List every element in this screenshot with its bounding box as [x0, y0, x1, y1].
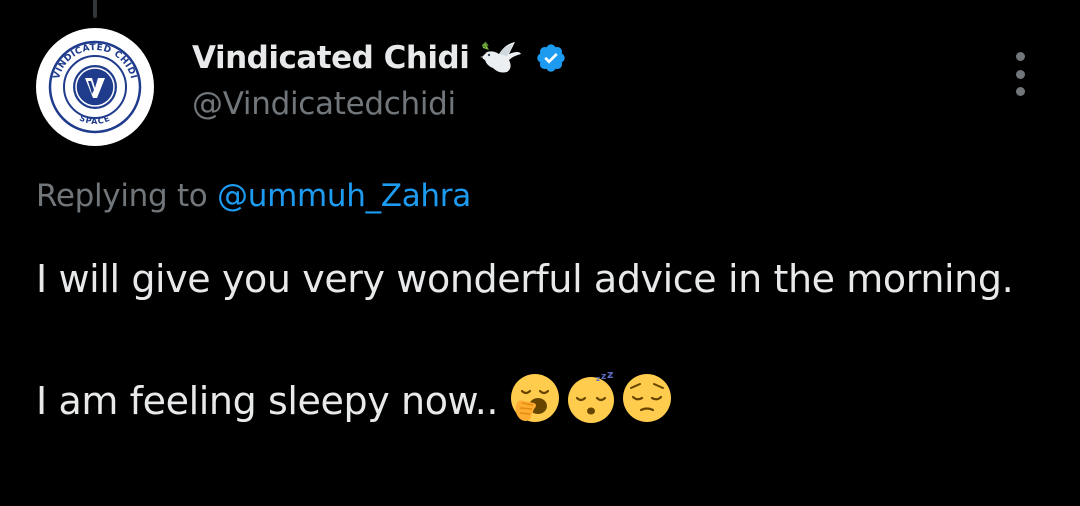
avatar-logo: VINDICATED CHIDI SPACE	[37, 29, 153, 145]
reply-mention-link[interactable]: @ummuh_Zahra	[217, 178, 471, 214]
svg-text:z: z	[596, 375, 600, 383]
reply-context-prefix: Replying to	[36, 178, 208, 214]
verified-badge-icon[interactable]	[535, 42, 567, 74]
svg-text:z: z	[601, 372, 606, 382]
yawning-face-icon	[508, 371, 562, 425]
pensive-face-icon	[620, 371, 674, 425]
more-options-button[interactable]	[1002, 52, 1038, 96]
tweet-text-sentence: I am feeling sleepy now..	[36, 379, 499, 423]
tweet-text-line: I will give you very wonderful advice in…	[36, 257, 1014, 301]
dove-icon	[479, 40, 523, 76]
tweet-text-line: I am feeling sleepy now.. z z z	[36, 368, 1046, 431]
thread-connector-line	[93, 0, 97, 18]
more-dot	[1015, 52, 1025, 61]
svg-text:z: z	[607, 371, 613, 381]
more-dot	[1015, 87, 1025, 96]
author-handle[interactable]: @Vindicatedchidi	[192, 86, 456, 122]
tweet-body: I will give you very wonderful advice in…	[36, 250, 1046, 431]
more-dot	[1015, 69, 1025, 79]
avatar[interactable]: VINDICATED CHIDI SPACE	[36, 28, 154, 146]
emoji-group: z z z	[508, 368, 674, 431]
author-row: Vindicated Chidi	[192, 40, 567, 76]
reply-context: Replying to @ummuh_Zahra	[36, 178, 471, 214]
author-display-name[interactable]: Vindicated Chidi	[192, 40, 470, 76]
sleeping-face-icon: z z z	[564, 368, 618, 425]
